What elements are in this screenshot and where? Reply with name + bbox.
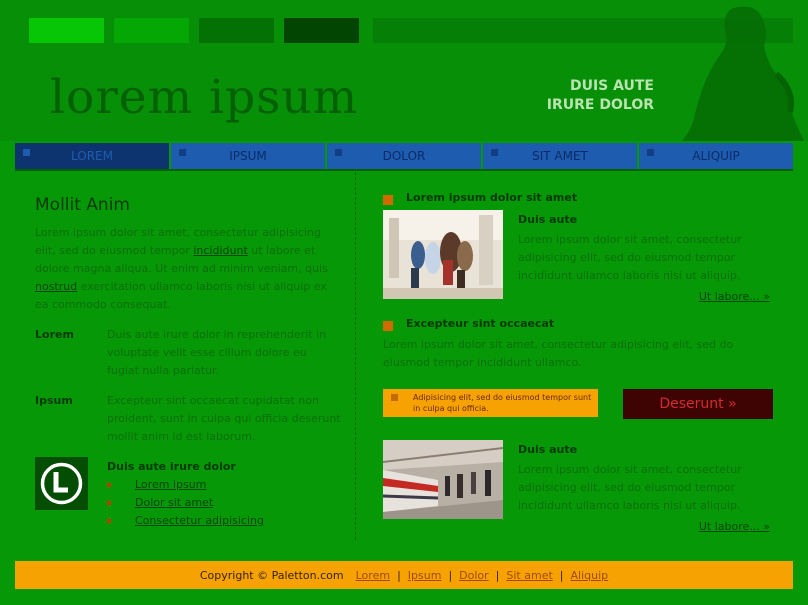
list-link[interactable]: Consectetur adipisicing	[135, 514, 264, 527]
copyright-text: Copyright © Paletton.com	[199, 568, 344, 582]
section-bullet-icon	[383, 195, 393, 205]
train-station-photo-image	[383, 440, 503, 519]
list-link[interactable]: Dolor sit amet	[135, 496, 213, 509]
article-heading: Lorem ipsum dolor sit amet	[406, 191, 578, 204]
notice-box: Adipisicing elit, sed do eiusmod tempor …	[383, 389, 598, 417]
header-tagline: DUIS AUTE IRURE DOLOR	[547, 77, 654, 115]
nav-item-label: DOLOR	[382, 149, 426, 163]
nav-item-label: SIT AMET	[532, 149, 588, 163]
crowd-photo-image	[383, 210, 503, 299]
inline-link-nostrud[interactable]: nostrud	[35, 280, 77, 293]
definition-text: Duis aute irure dolor in reprehenderit i…	[107, 328, 327, 377]
footer-separator: |	[559, 568, 564, 582]
definition-term: Ipsum	[35, 394, 73, 407]
page: lorem ipsum DUIS AUTE IRURE DOLOR LOREM …	[0, 0, 808, 605]
list-item: Dolor sit amet	[107, 494, 264, 512]
read-more-link[interactable]: Ut labore... »	[699, 520, 770, 533]
footer-link-lorem[interactable]: Lorem	[356, 569, 390, 582]
nav-square-icon	[179, 149, 186, 156]
intro-text: exercitation ullamco laboris nisi ut ali…	[35, 280, 327, 311]
notice-square-icon	[391, 394, 398, 401]
nav-square-icon	[647, 149, 654, 156]
footer-separator: |	[397, 568, 401, 582]
footer-separator: |	[495, 568, 500, 582]
nav-item-aliquip[interactable]: ALIQUIP	[639, 143, 793, 169]
color-swatch	[199, 18, 274, 43]
tagline-line: DUIS AUTE	[569, 78, 654, 94]
nav-item-ipsum[interactable]: IPSUM	[171, 143, 325, 169]
nav-square-icon	[335, 149, 342, 156]
article-text: Lorem ipsum dolor sit amet, consectetur …	[518, 233, 742, 282]
color-swatch	[29, 18, 104, 43]
article-subheading: Duis aute	[518, 213, 578, 226]
nav-item-dolor[interactable]: DOLOR	[327, 143, 481, 169]
footer: Copyright © Paletton.com Lorem | Ipsum |…	[15, 561, 793, 589]
section-title: Mollit Anim	[35, 195, 130, 215]
list-item: Lorem ipsum	[107, 476, 264, 494]
article-subheading: Duis aute	[518, 443, 578, 456]
woman-silhouette-image	[682, 6, 804, 141]
footer-link-aliquip[interactable]: Aliquip	[571, 569, 609, 582]
tagline-line: IRURE DOLOR	[546, 97, 654, 113]
footer-link-sit-amet[interactable]: Sit amet	[506, 569, 552, 582]
nav-square-icon	[23, 149, 30, 156]
footer-link-dolor[interactable]: Dolor	[459, 569, 489, 582]
article-text: Lorem ipsum dolor sit amet, consectetur …	[518, 463, 742, 512]
article-text: Lorem ipsum dolor sit amet, consectetur …	[383, 338, 734, 369]
footer-link-ipsum[interactable]: Ipsum	[408, 569, 442, 582]
nav-square-icon	[491, 149, 498, 156]
notice-text: Adipisicing elit, sed do eiusmod tempor …	[413, 393, 592, 413]
nav-item-label: LOREM	[71, 149, 113, 163]
article-heading: Excepteur sint occaecat	[406, 317, 555, 330]
nav-item-sit-amet[interactable]: SIT AMET	[483, 143, 637, 169]
link-list: Lorem ipsum Dolor sit amet Consectetur a…	[107, 476, 264, 530]
inline-link-incididunt[interactable]: incididunt	[193, 244, 247, 257]
definition-text: Excepteur sint occaecat cupidatat non pr…	[107, 394, 341, 443]
section-bullet-icon	[383, 321, 393, 331]
header: lorem ipsum DUIS AUTE IRURE DOLOR	[0, 0, 808, 141]
nav-underline	[15, 169, 793, 171]
site-logo[interactable]: lorem ipsum	[50, 70, 358, 125]
footer-separator: |	[448, 568, 453, 582]
deserunt-button[interactable]: Deserunt »	[623, 389, 773, 419]
color-swatch	[284, 18, 359, 43]
column-divider	[355, 172, 356, 540]
intro-paragraph: Lorem ipsum dolor sit amet, consectetur …	[35, 224, 335, 314]
nav-item-lorem[interactable]: LOREM	[15, 143, 169, 169]
nav-item-label: ALIQUIP	[692, 149, 740, 163]
main-nav: LOREM IPSUM DOLOR SIT AMET ALIQUIP	[15, 143, 793, 169]
color-swatch	[114, 18, 189, 43]
list-title: Duis aute irure dolor	[107, 460, 236, 473]
list-item: Consectetur adipisicing	[107, 512, 264, 530]
clock-logo-icon	[35, 457, 88, 510]
nav-item-label: IPSUM	[229, 149, 267, 163]
read-more-link[interactable]: Ut labore... »	[699, 290, 770, 303]
definition-term: Lorem	[35, 328, 74, 341]
list-link[interactable]: Lorem ipsum	[135, 478, 206, 491]
